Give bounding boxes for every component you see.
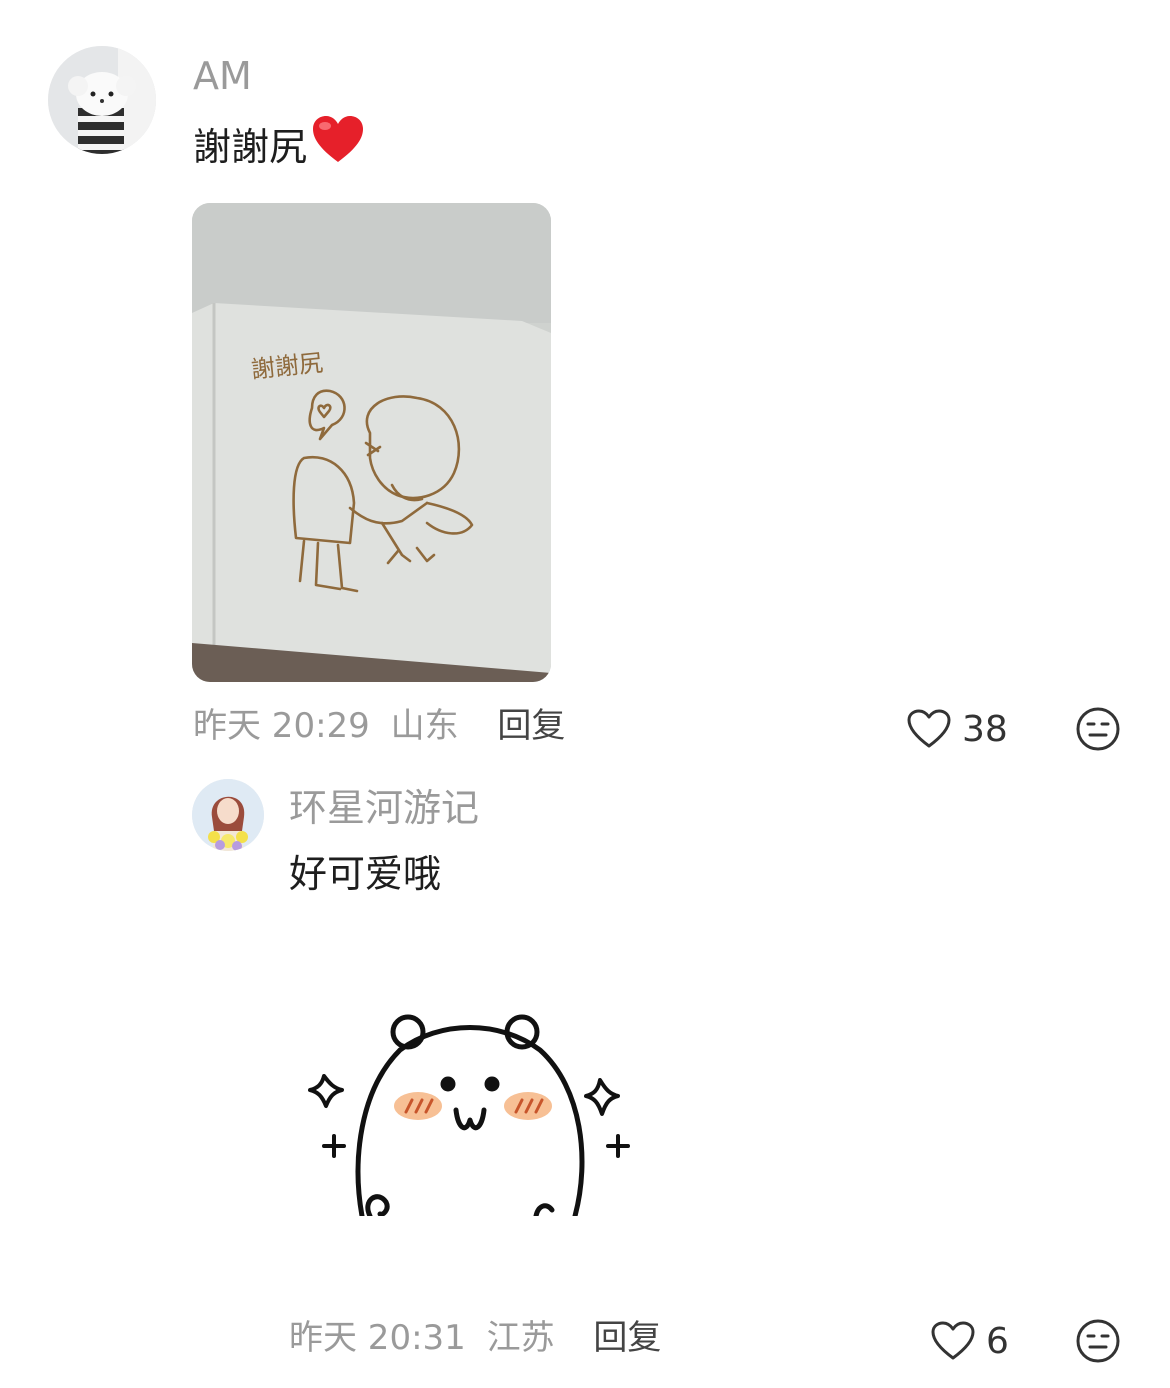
dislike-face-icon[interactable] [1075, 706, 1121, 752]
reply-button[interactable]: 回复 [497, 706, 565, 746]
photo-handdrawn-card: 謝謝尻 [192, 203, 551, 682]
comment-meta: 昨天 20:29 山东 回复 [193, 704, 565, 748]
reply-time: 昨天 20:31 [289, 1318, 466, 1358]
reply-meta: 昨天 20:31 江苏 回复 [289, 1316, 661, 1360]
reply-dislike-face-icon[interactable] [1075, 1318, 1121, 1364]
heart-outline-icon [931, 1321, 975, 1360]
comment-photo[interactable]: 謝謝尻 [192, 203, 551, 682]
reply-like-button[interactable]: 6 [930, 1318, 1009, 1364]
red-heart-icon [311, 114, 365, 180]
avatar-plush-image [48, 46, 156, 154]
comment-text: 謝謝尻 [193, 125, 308, 169]
comment-time: 昨天 20:29 [193, 706, 370, 746]
avatar-girl-flowers-image [192, 779, 264, 851]
reply-location: 江苏 [486, 1318, 555, 1358]
bear-sticker [308, 1014, 630, 1216]
reply-sticker[interactable] [300, 1010, 640, 1216]
like-count: 38 [962, 708, 1008, 750]
heart-outline-icon [907, 709, 951, 748]
avatar-reply-user[interactable] [192, 779, 264, 851]
comment-text-row: 謝謝尻 [193, 114, 365, 180]
reply-username[interactable]: 环星河游记 [289, 786, 479, 830]
comment-location: 山东 [390, 706, 459, 746]
avatar-am[interactable] [48, 46, 156, 154]
reply-reply-button[interactable]: 回复 [593, 1318, 661, 1358]
reply-like-count: 6 [986, 1320, 1009, 1362]
comment-username[interactable]: AM [193, 54, 252, 98]
like-button[interactable]: 38 [906, 706, 1008, 752]
reply-text: 好可爱哦 [289, 852, 442, 896]
